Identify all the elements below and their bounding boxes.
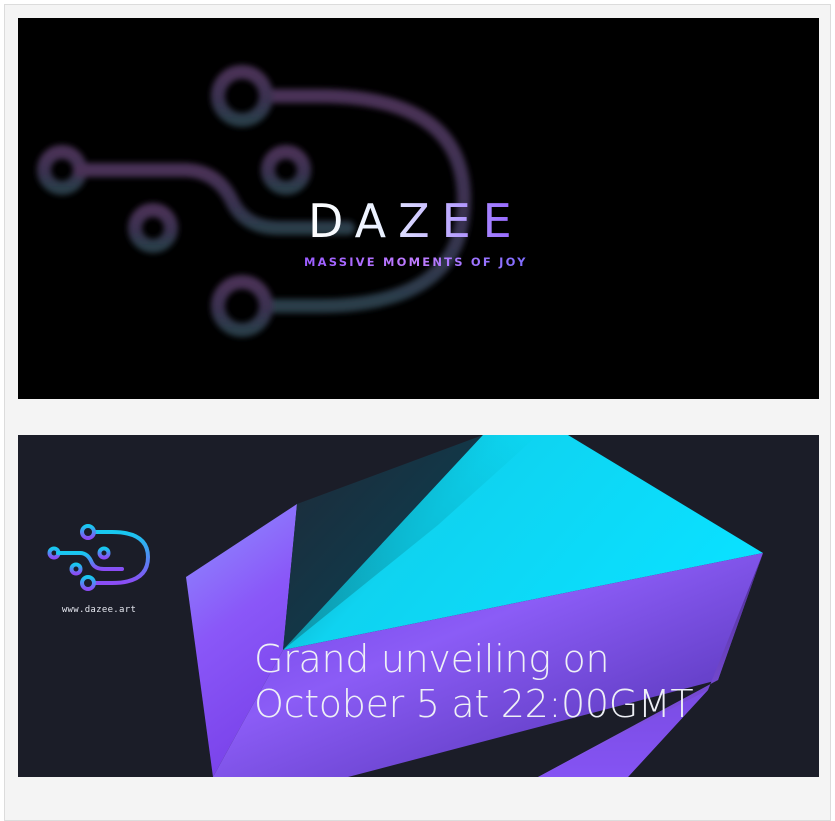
dazee-logo-banner: DAZEE MASSIVE MOMENTS OF JOY — [18, 18, 819, 399]
website-url: www.dazee.art — [61, 605, 137, 615]
headline-line-2: October 5 at 22:00GMT — [254, 682, 694, 726]
unveiling-banner: www.dazee.art Grand unveiling on October… — [18, 435, 819, 777]
unveiling-headline: Grand unveiling on October 5 at 22:00GMT — [254, 637, 694, 727]
brand-name: DAZEE — [308, 194, 524, 248]
brand-tagline: MASSIVE MOMENTS OF JOY — [304, 255, 528, 269]
circuit-d-icon — [47, 524, 151, 591]
headline-line-1: Grand unveiling on — [254, 637, 610, 681]
